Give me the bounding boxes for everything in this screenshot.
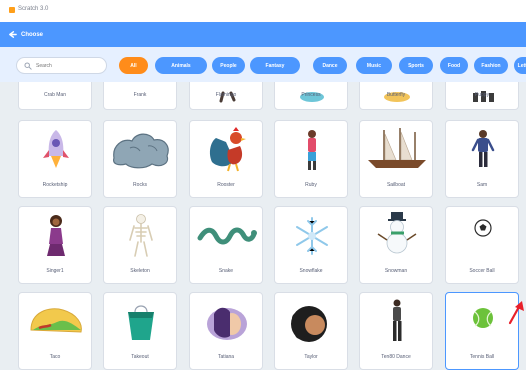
sprite-tile-rocks[interactable]: Rocks [103,120,177,198]
sprite-name: Rooster [217,182,235,188]
back-label: Choose [21,31,44,38]
skeleton-sprite-icon [129,214,153,257]
sprite-tile-takeout[interactable]: Takeout [103,292,177,370]
tag-all[interactable]: All [119,57,148,74]
tag-fashion[interactable]: Fashion [474,57,508,74]
sprite-name: Flamingo [215,92,237,98]
search-icon [24,62,32,70]
sprite-tile-snowflake[interactable]: Snowflake [274,206,348,284]
library-header: Choose [0,22,526,47]
sprite-name: Sam [476,182,488,188]
sprite-name: Frank [133,92,147,98]
sprite-tile-taco[interactable]: Taco [18,292,92,370]
sailboat-sprite-icon [368,128,426,168]
window-title: Scratch 3.0 [18,6,49,12]
tag-letters[interactable]: Letters [514,57,526,74]
sprite-name: Snake [218,268,234,274]
filter-bar: All Animals People Fantasy Dance Music S… [0,47,526,82]
sprite-tile-soccer-ball[interactable]: Soccer Ball [445,206,519,284]
sprite-tile-snowman[interactable]: Snowman [359,206,433,284]
sprite-tile-flamingo[interactable]: Flamingo [189,82,263,110]
snowflake-sprite-icon [296,217,328,255]
sprite-name: Sailboat [386,182,406,188]
sprite-grid: Crab Man Frank Flamingo Princess Butterf… [0,82,526,370]
tag-fantasy[interactable]: Fantasy [250,57,300,74]
sprite-name: Tennis Ball [469,354,495,360]
tag-food[interactable]: Food [440,57,468,74]
sprite-name: Taylor [304,354,318,360]
sprite-tile-snake[interactable]: Snake [189,206,263,284]
scratch-logo-icon [9,7,15,13]
sprite-tile-sailboat[interactable]: Sailboat [359,120,433,198]
tag-music[interactable]: Music [356,57,392,74]
sprite-name: Rocks [133,182,147,188]
taco-sprite-icon [30,308,82,333]
sprite-tile-frank[interactable]: Frank [103,82,177,110]
sprite-tile-taylor[interactable]: Taylor [274,292,348,370]
tag-dance[interactable]: Dance [313,57,347,74]
sprite-tile-tatiana[interactable]: Tatiana [189,292,263,370]
takeout-sprite-icon [128,305,154,340]
sprite-name: Ten80 Dance [381,354,411,360]
snake-sprite-icon [197,227,257,245]
sprite-tile-puppy[interactable]: Puppy [445,82,519,110]
sprite-name: Crab Man [44,92,66,98]
back-arrow-icon [9,31,17,38]
sprite-name: Snowman [384,268,408,274]
sprite-tile-butterfly[interactable]: Butterfly [359,82,433,110]
tatiana-sprite-icon [207,307,247,340]
back-button[interactable]: Choose [8,27,43,42]
sprite-name: Skeleton [130,268,150,274]
sprite-tile-singer1[interactable]: Singer1 [18,206,92,284]
sam-sprite-icon [471,130,495,167]
soccer-ball-sprite-icon [474,219,492,237]
sprite-name: Butterfly [386,92,406,98]
rocketship-sprite-icon [43,130,69,168]
sprite-name: Taco [49,354,61,360]
sprite-name: Princess [301,92,321,98]
rooster-sprite-icon [209,127,246,172]
search-box[interactable] [16,57,107,74]
sprite-name: Singer1 [46,268,64,274]
sprite-tile-princess[interactable]: Princess [274,82,348,110]
sprite-tile-sam[interactable]: Sam [445,120,519,198]
sprite-tile-skeleton[interactable]: Skeleton [103,206,177,284]
rocks-sprite-icon [113,133,169,169]
sprite-name: Snowflake [299,268,323,274]
sprite-name: Tatiana [217,354,235,360]
window-titlebar: Scratch 3.0 [0,0,526,22]
sprite-tile-ten80-dance[interactable]: Ten80 Dance [359,292,433,370]
sprite-tile-rocketship[interactable]: Rocketship [18,120,92,198]
singer1-sprite-icon [47,215,65,256]
sprite-name: Ruby [305,182,317,188]
ruby-sprite-icon [308,130,316,170]
sprite-name: Soccer Ball [469,268,495,274]
search-input[interactable] [36,59,102,72]
ten80-dance-sprite-icon [393,299,402,341]
annotation-arrow-icon [508,301,524,325]
sprite-tile-crab-man[interactable]: Crab Man [18,82,92,110]
sprite-tile-ruby[interactable]: Ruby [274,120,348,198]
sprite-name: Takeout [131,354,149,360]
taylor-sprite-icon [291,306,327,342]
tag-sports[interactable]: Sports [399,57,433,74]
sprite-tile-rooster[interactable]: Rooster [189,120,263,198]
sprite-name: Puppy [474,92,490,98]
tag-animals[interactable]: Animals [155,57,207,74]
sprite-name: Rocketship [42,182,68,188]
tag-people[interactable]: People [212,57,245,74]
snowman-sprite-icon [377,212,417,254]
